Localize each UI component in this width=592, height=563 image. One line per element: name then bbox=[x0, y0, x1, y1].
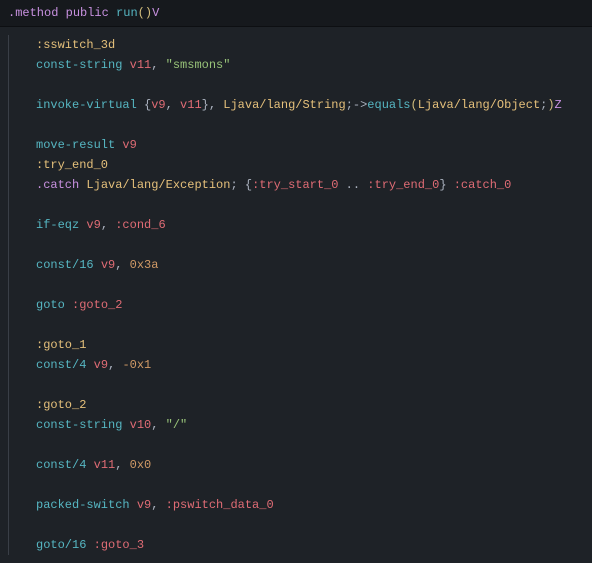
gutter bbox=[8, 55, 18, 75]
label-ref: :try_end_0 bbox=[367, 175, 439, 195]
blank-line bbox=[0, 435, 592, 455]
register: v9 bbox=[151, 95, 165, 115]
register: v9 bbox=[137, 495, 151, 515]
gutter bbox=[8, 135, 18, 155]
label-ref: :try_start_0 bbox=[252, 175, 338, 195]
code-line: :goto_1 bbox=[0, 335, 592, 355]
opcode: const-string bbox=[36, 415, 122, 435]
opcode: const/4 bbox=[36, 455, 86, 475]
class-ref: Ljava/lang/Exception bbox=[86, 175, 230, 195]
gutter bbox=[8, 355, 18, 375]
code-line: invoke-virtual {v9, v11}, Ljava/lang/Str… bbox=[0, 95, 592, 115]
label-ref: :pswitch_data_0 bbox=[166, 495, 274, 515]
label-ref: :catch_0 bbox=[454, 175, 512, 195]
gutter bbox=[8, 395, 18, 415]
opcode: const/16 bbox=[36, 255, 94, 275]
blank-line bbox=[0, 75, 592, 95]
label: :goto_2 bbox=[36, 395, 86, 415]
opcode: const-string bbox=[36, 55, 122, 75]
opcode: invoke-virtual bbox=[36, 95, 137, 115]
label-ref: :cond_6 bbox=[115, 215, 165, 235]
code-line: const-string v11, "smsmons" bbox=[0, 55, 592, 75]
code-line: :sswitch_3d bbox=[0, 35, 592, 55]
paren-close: ) bbox=[145, 6, 152, 20]
gutter bbox=[8, 95, 18, 115]
code-line: const/4 v11, 0x0 bbox=[0, 455, 592, 475]
paren-open: ( bbox=[138, 6, 145, 20]
gutter bbox=[8, 215, 18, 235]
gutter bbox=[8, 175, 18, 195]
return-type: V bbox=[152, 6, 159, 20]
register: v9 bbox=[86, 215, 100, 235]
blank-line bbox=[0, 115, 592, 135]
code-line: goto :goto_2 bbox=[0, 295, 592, 315]
code-line: const/16 v9, 0x3a bbox=[0, 255, 592, 275]
register: v9 bbox=[122, 135, 136, 155]
gutter bbox=[8, 255, 18, 275]
code-line: .catch Ljava/lang/Exception; {:try_start… bbox=[0, 175, 592, 195]
gutter bbox=[8, 35, 18, 55]
opcode: move-result bbox=[36, 135, 115, 155]
gutter bbox=[8, 295, 18, 315]
number-literal: 0x3a bbox=[130, 255, 159, 275]
code-line: if-eqz v9, :cond_6 bbox=[0, 215, 592, 235]
code-editor[interactable]: :sswitch_3d const-string v11, "smsmons" … bbox=[0, 27, 592, 563]
code-line: :try_end_0 bbox=[0, 155, 592, 175]
opcode: if-eqz bbox=[36, 215, 79, 235]
access-modifier: public bbox=[66, 6, 109, 20]
code-line: move-result v9 bbox=[0, 135, 592, 155]
blank-line bbox=[0, 315, 592, 335]
label: :goto_1 bbox=[36, 335, 86, 355]
label-ref: :goto_3 bbox=[94, 535, 144, 555]
label: :sswitch_3d bbox=[36, 35, 115, 55]
method-name: run bbox=[116, 6, 138, 20]
register: v11 bbox=[130, 55, 152, 75]
opcode: packed-switch bbox=[36, 495, 130, 515]
gutter bbox=[8, 155, 18, 175]
register: v10 bbox=[130, 415, 152, 435]
code-line: goto/16 :goto_3 bbox=[0, 535, 592, 555]
opcode: goto/16 bbox=[36, 535, 86, 555]
opcode: goto bbox=[36, 295, 65, 315]
class-ref: Ljava/lang/String bbox=[223, 95, 345, 115]
code-line: const/4 v9, -0x1 bbox=[0, 355, 592, 375]
blank-line bbox=[0, 235, 592, 255]
gutter bbox=[8, 495, 18, 515]
code-line: :goto_2 bbox=[0, 395, 592, 415]
code-line: packed-switch v9, :pswitch_data_0 bbox=[0, 495, 592, 515]
gutter bbox=[8, 535, 18, 555]
label-ref: :goto_2 bbox=[72, 295, 122, 315]
blank-line bbox=[0, 515, 592, 535]
code-line: const-string v10, "/" bbox=[0, 415, 592, 435]
method-ref: equals bbox=[367, 95, 410, 115]
register: v11 bbox=[180, 95, 202, 115]
gutter bbox=[8, 455, 18, 475]
register: v9 bbox=[101, 255, 115, 275]
blank-line bbox=[0, 475, 592, 495]
blank-line bbox=[0, 375, 592, 395]
blank-line bbox=[0, 275, 592, 295]
register: v11 bbox=[94, 455, 116, 475]
register: v9 bbox=[94, 355, 108, 375]
number-literal: -0x1 bbox=[122, 355, 151, 375]
method-directive: .method bbox=[8, 6, 58, 20]
string-literal: "smsmons" bbox=[166, 55, 231, 75]
number-literal: 0x0 bbox=[130, 455, 152, 475]
opcode: const/4 bbox=[36, 355, 86, 375]
gutter bbox=[8, 415, 18, 435]
catch-directive: .catch bbox=[36, 175, 79, 195]
gutter bbox=[8, 335, 18, 355]
label: :try_end_0 bbox=[36, 155, 108, 175]
blank-line bbox=[0, 195, 592, 215]
string-literal: "/" bbox=[166, 415, 188, 435]
sticky-method-header: .method public run()V bbox=[0, 0, 592, 27]
class-ref: Ljava/lang/Object bbox=[418, 95, 540, 115]
